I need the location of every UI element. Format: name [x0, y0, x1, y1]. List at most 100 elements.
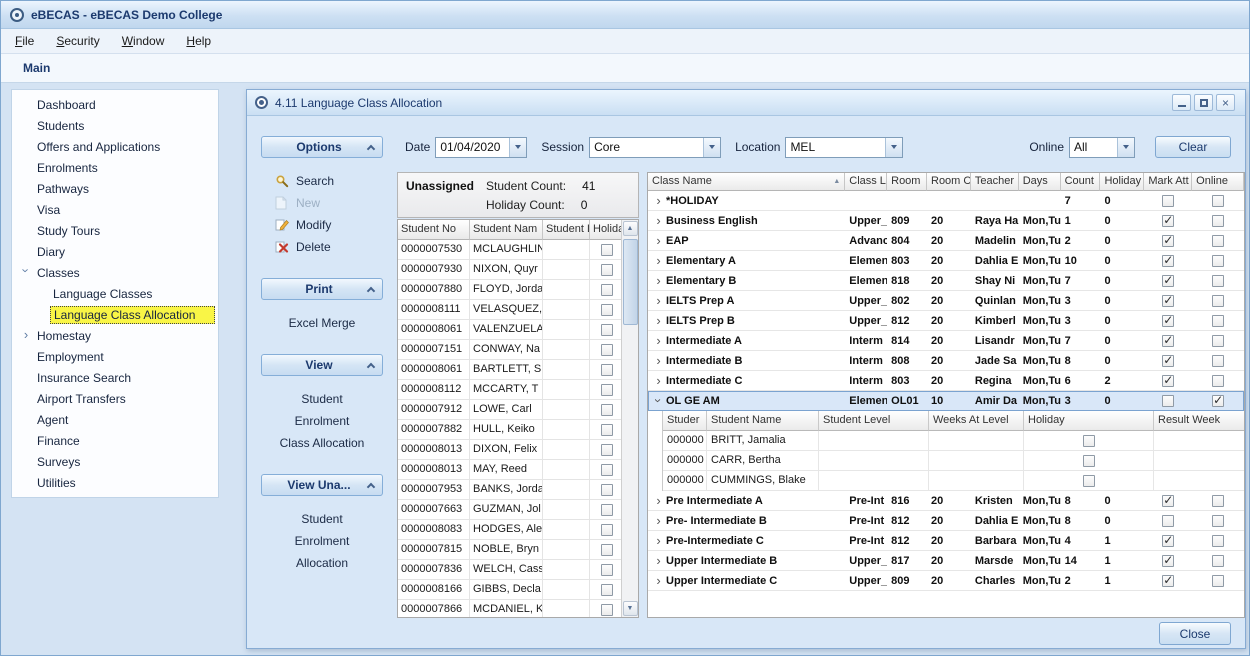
class-row[interactable]: ›Pre Intermediate APre-Int81620KristenMo…	[648, 491, 1244, 511]
dropdown-icon[interactable]	[1117, 138, 1134, 157]
class-row[interactable]: ›Business EnglishUpper_80920Raya HaMon,T…	[648, 211, 1244, 231]
sidebar-item-visa[interactable]: Visa	[12, 199, 218, 220]
mark-att-checkbox[interactable]	[1162, 515, 1174, 527]
subgrid-row[interactable]: 000000BRITT, Jamalia	[663, 431, 1244, 451]
expand-row-icon[interactable]: ›	[652, 253, 665, 268]
holiday-checkbox[interactable]	[601, 284, 613, 296]
subgrid-column-header-student-level[interactable]: Student Level	[819, 411, 929, 431]
class-row[interactable]: ›Elementary BElemen81820Shay NiMon,Tu70	[648, 271, 1244, 291]
holiday-checkbox[interactable]	[601, 564, 613, 576]
column-header-online[interactable]: Online	[1192, 173, 1244, 191]
scroll-down-icon[interactable]: ▼	[623, 601, 638, 616]
unassigned-row[interactable]: 0000008111VELASQUEZ,	[398, 300, 638, 320]
action-class-allocation[interactable]: Class Allocation	[261, 432, 383, 454]
expand-row-icon[interactable]: ›	[652, 553, 665, 568]
unassigned-row[interactable]: 0000007151CONWAY, Na	[398, 340, 638, 360]
column-header-room[interactable]: Room	[887, 173, 927, 191]
minimize-button[interactable]	[1172, 94, 1191, 111]
column-header-holida[interactable]: Holida	[590, 220, 623, 240]
holiday-checkbox[interactable]	[601, 524, 613, 536]
holiday-checkbox[interactable]	[601, 264, 613, 276]
holiday-checkbox[interactable]	[601, 464, 613, 476]
expand-row-icon[interactable]: ›	[652, 313, 665, 328]
restore-button[interactable]	[1194, 94, 1213, 111]
mark-att-checkbox[interactable]	[1162, 315, 1174, 327]
sidebar-item-study-tours[interactable]: Study Tours	[12, 220, 218, 241]
subgrid-column-header-holiday[interactable]: Holiday	[1024, 411, 1154, 431]
holiday-checkbox[interactable]	[601, 384, 613, 396]
class-row[interactable]: ›Upper Intermediate CUpper_80920CharlesM…	[648, 571, 1244, 591]
online-checkbox[interactable]	[1212, 315, 1224, 327]
unassigned-row[interactable]: 0000007836WELCH, Cass	[398, 560, 638, 580]
holiday-checkbox[interactable]	[601, 364, 613, 376]
scroll-up-icon[interactable]: ▲	[623, 221, 638, 236]
holiday-checkbox[interactable]	[601, 504, 613, 516]
action-new[interactable]: New	[261, 192, 383, 214]
online-checkbox[interactable]	[1212, 495, 1224, 507]
unassigned-row[interactable]: 0000008013MAY, Reed	[398, 460, 638, 480]
sidebar-item-language-classes[interactable]: Language Classes	[12, 283, 218, 304]
mark-att-checkbox[interactable]	[1162, 335, 1174, 347]
holiday-checkbox[interactable]	[1083, 455, 1095, 467]
action-excel-merge[interactable]: Excel Merge	[261, 312, 383, 334]
sidebar-item-offers-and-applications[interactable]: Offers and Applications	[12, 136, 218, 157]
online-checkbox[interactable]	[1212, 295, 1224, 307]
unassigned-row[interactable]: 0000007815NOBLE, Bryn	[398, 540, 638, 560]
online-checkbox[interactable]	[1212, 535, 1224, 547]
sidebar-item-dashboard[interactable]: Dashboard	[12, 94, 218, 115]
expand-row-icon[interactable]: ›	[652, 293, 665, 308]
menu-item-window[interactable]: Window	[122, 34, 165, 48]
mark-att-checkbox[interactable]	[1162, 195, 1174, 207]
class-row[interactable]: ›Intermediate CInterm80320ReginaMon,Tu62	[648, 371, 1244, 391]
unassigned-row[interactable]: 0000008166GIBBS, Decla	[398, 580, 638, 600]
mark-att-checkbox[interactable]	[1162, 355, 1174, 367]
expand-row-icon[interactable]: ›	[652, 353, 665, 368]
dropdown-icon[interactable]	[885, 138, 902, 157]
action-delete[interactable]: Delete	[261, 236, 383, 258]
sidebar-item-surveys[interactable]: Surveys	[12, 451, 218, 472]
online-checkbox[interactable]	[1212, 575, 1224, 587]
action-enrolment[interactable]: Enrolment	[261, 530, 383, 552]
online-checkbox[interactable]	[1212, 555, 1224, 567]
subgrid-column-header-weeks-at-level[interactable]: Weeks At Level	[929, 411, 1024, 431]
column-header-class-name[interactable]: Class Name▲	[648, 173, 845, 191]
holiday-checkbox[interactable]	[1083, 475, 1095, 487]
unassigned-row[interactable]: 0000008112MCCARTY, T	[398, 380, 638, 400]
class-row[interactable]: ›Upper Intermediate BUpper_81720MarsdeMo…	[648, 551, 1244, 571]
unassigned-row[interactable]: 0000007530MCLAUGHLIN	[398, 240, 638, 260]
mark-att-checkbox[interactable]	[1162, 375, 1174, 387]
expand-row-icon[interactable]: ›	[652, 573, 665, 588]
section-header-view-una[interactable]: View Una...	[261, 474, 383, 496]
column-header-class-lev[interactable]: Class Lev	[845, 173, 887, 191]
action-student[interactable]: Student	[261, 508, 383, 530]
subgrid-column-header-result-week[interactable]: Result Week	[1154, 411, 1244, 431]
section-header-options[interactable]: Options	[261, 136, 383, 158]
action-modify[interactable]: Modify	[261, 214, 383, 236]
column-header-teacher[interactable]: Teacher	[971, 173, 1019, 191]
expand-row-icon[interactable]: ›	[652, 513, 665, 528]
action-student[interactable]: Student	[261, 388, 383, 410]
tab-main[interactable]: Main	[1, 54, 1249, 83]
subgrid-column-header-student-name[interactable]: Student Name	[707, 411, 819, 431]
holiday-checkbox[interactable]	[601, 304, 613, 316]
dropdown-icon[interactable]	[509, 138, 526, 157]
sidebar-item-classes[interactable]: ›Classes	[12, 262, 218, 283]
online-checkbox[interactable]	[1212, 515, 1224, 527]
column-header-student-nam[interactable]: Student Nam	[470, 220, 543, 240]
unassigned-scrollbar[interactable]: ▲ ▼	[621, 220, 638, 617]
sidebar-item-pathways[interactable]: Pathways	[12, 178, 218, 199]
expand-row-icon[interactable]: ›	[652, 213, 665, 228]
unassigned-row[interactable]: 0000007880FLOYD, Jorda	[398, 280, 638, 300]
expand-row-icon[interactable]: ›	[652, 333, 665, 348]
unassigned-row[interactable]: 0000007930NIXON, Quyr	[398, 260, 638, 280]
class-row[interactable]: ›Pre-Intermediate CPre-Int81220BarbaraMo…	[648, 531, 1244, 551]
section-header-print[interactable]: Print	[261, 278, 383, 300]
unassigned-row[interactable]: 0000008013DIXON, Felix	[398, 440, 638, 460]
holiday-checkbox[interactable]	[601, 484, 613, 496]
expand-row-icon[interactable]: ›	[652, 493, 665, 508]
column-header-student-no[interactable]: Student No	[398, 220, 470, 240]
mark-att-checkbox[interactable]	[1162, 575, 1174, 587]
collapse-row-icon[interactable]: ›	[651, 394, 666, 407]
sidebar-item-utilities[interactable]: Utilities	[12, 472, 218, 493]
unassigned-row[interactable]: 0000008061VALENZUELA	[398, 320, 638, 340]
